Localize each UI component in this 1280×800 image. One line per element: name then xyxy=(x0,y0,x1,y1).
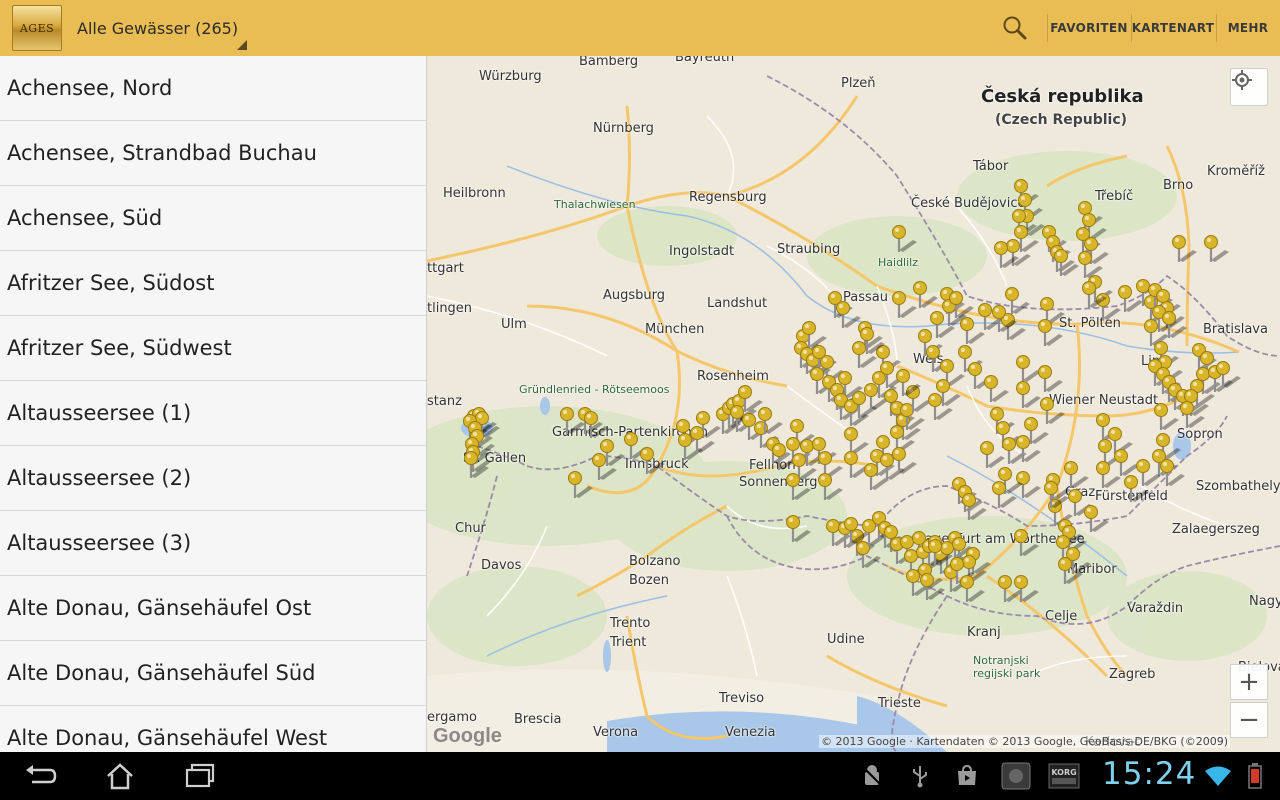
spinner-dropdown-icon xyxy=(237,40,247,50)
list-item[interactable]: Alte Donau, Gänsehäufel Ost xyxy=(0,576,426,641)
water-marker[interactable] xyxy=(1038,319,1064,347)
list-item[interactable]: Afritzer See, Südost xyxy=(0,251,426,316)
water-marker[interactable] xyxy=(1014,575,1040,603)
water-marker[interactable] xyxy=(892,291,918,319)
water-marker[interactable] xyxy=(1016,355,1042,383)
water-marker[interactable] xyxy=(864,463,890,491)
list-item[interactable]: Achensee, Nord xyxy=(0,56,426,121)
app-root: AGES Alle Gewässer (265) FAVORITEN KARTE… xyxy=(0,0,1280,800)
water-marker[interactable] xyxy=(960,317,986,345)
my-location-icon xyxy=(1232,70,1252,90)
water-marker[interactable] xyxy=(980,441,1006,469)
map-type-button[interactable]: KARTENART xyxy=(1132,0,1214,56)
svg-text:KORG: KORG xyxy=(1051,768,1076,777)
list-item[interactable]: Achensee, Süd xyxy=(0,186,426,251)
action-separator xyxy=(1047,14,1048,42)
water-marker[interactable] xyxy=(928,393,954,421)
water-marker[interactable] xyxy=(786,515,812,543)
list-item[interactable]: Alte Donau, Gänsehäufel Süd xyxy=(0,641,426,706)
android-debug-icon[interactable] xyxy=(860,762,884,790)
zoom-out-button[interactable]: − xyxy=(1230,702,1268,738)
water-marker[interactable] xyxy=(844,427,870,455)
action-separator xyxy=(1216,14,1217,42)
recent-apps-button[interactable] xyxy=(178,760,222,792)
water-marker[interactable] xyxy=(592,453,618,481)
water-marker[interactable] xyxy=(1016,381,1042,409)
home-icon xyxy=(107,763,133,790)
search-button[interactable] xyxy=(995,8,1035,48)
my-location-button[interactable] xyxy=(1230,68,1268,106)
water-marker[interactable] xyxy=(1040,397,1066,425)
logo-text: AGES xyxy=(19,21,55,35)
water-marker[interactable] xyxy=(818,473,844,501)
list-item[interactable]: Altausseersee (2) xyxy=(0,446,426,511)
google-logo: Google xyxy=(433,725,502,747)
water-marker[interactable] xyxy=(1136,459,1162,487)
water-marker[interactable] xyxy=(1096,293,1122,321)
list-item[interactable]: Altausseersee (1) xyxy=(0,381,426,446)
list-item[interactable]: Afritzer See, Südwest xyxy=(0,316,426,381)
water-marker[interactable] xyxy=(852,341,878,369)
water-marker[interactable] xyxy=(1014,529,1040,557)
map-attribution[interactable]: © 2013 Google · Kartendaten © 2013 Googl… xyxy=(819,735,1230,748)
app-icon[interactable] xyxy=(1000,762,1032,790)
water-marker[interactable] xyxy=(1084,505,1110,533)
waters-filter-spinner[interactable]: Alle Gewässer (265) xyxy=(77,0,247,56)
water-marker[interactable] xyxy=(568,471,594,499)
more-button[interactable]: MEHR xyxy=(1220,0,1276,56)
water-marker[interactable] xyxy=(1054,249,1080,277)
home-button[interactable] xyxy=(98,760,142,792)
map-view[interactable]: Česká republika (Czech Republic) Würzbur… xyxy=(427,56,1280,752)
list-item[interactable]: Altausseersee (3) xyxy=(0,511,426,576)
water-marker[interactable] xyxy=(1038,365,1064,393)
water-marker[interactable] xyxy=(1204,235,1230,263)
water-marker[interactable] xyxy=(992,481,1018,509)
water-marker[interactable] xyxy=(1124,475,1150,503)
recent-apps-icon xyxy=(185,763,215,788)
status-clock: 15:24 xyxy=(1102,756,1197,792)
water-marker[interactable] xyxy=(640,447,666,475)
water-marker[interactable] xyxy=(892,225,918,253)
water-marker[interactable] xyxy=(960,575,986,603)
water-marker[interactable] xyxy=(1096,461,1122,489)
search-icon xyxy=(1003,16,1027,40)
water-marker[interactable] xyxy=(1114,449,1140,477)
water-marker[interactable] xyxy=(892,447,918,475)
water-marker[interactable] xyxy=(984,375,1010,403)
system-bar: KORG 15:24 xyxy=(0,752,1280,800)
store-icon[interactable] xyxy=(954,762,980,790)
waters-list[interactable]: Achensee, Nord Achensee, Strandbad Bucha… xyxy=(0,56,427,752)
favorites-button[interactable]: FAVORITEN xyxy=(1050,0,1128,56)
list-item[interactable]: Alte Donau, Gänsehäufel West xyxy=(0,706,426,752)
marker-layer[interactable] xyxy=(427,56,1280,752)
battery-low-icon[interactable] xyxy=(1246,762,1264,790)
water-marker[interactable] xyxy=(786,473,812,501)
water-marker[interactable] xyxy=(1044,481,1070,509)
zoom-in-button[interactable]: + xyxy=(1230,664,1268,700)
ages-logo[interactable]: AGES xyxy=(12,5,62,51)
wifi-icon[interactable] xyxy=(1204,762,1232,790)
water-marker[interactable] xyxy=(1078,251,1104,279)
back-icon xyxy=(26,765,57,784)
list-item[interactable]: Achensee, Strandbad Buchau xyxy=(0,121,426,186)
spinner-label: Alle Gewässer (265) xyxy=(77,18,239,38)
action-bar: AGES Alle Gewässer (265) FAVORITEN KARTE… xyxy=(0,0,1280,56)
water-marker[interactable] xyxy=(913,281,939,309)
back-button[interactable] xyxy=(18,760,62,792)
usb-icon[interactable] xyxy=(910,762,930,790)
korg-icon[interactable]: KORG xyxy=(1048,762,1080,790)
water-marker[interactable] xyxy=(1172,235,1198,263)
water-marker[interactable] xyxy=(1005,287,1031,315)
water-marker[interactable] xyxy=(1064,461,1090,489)
